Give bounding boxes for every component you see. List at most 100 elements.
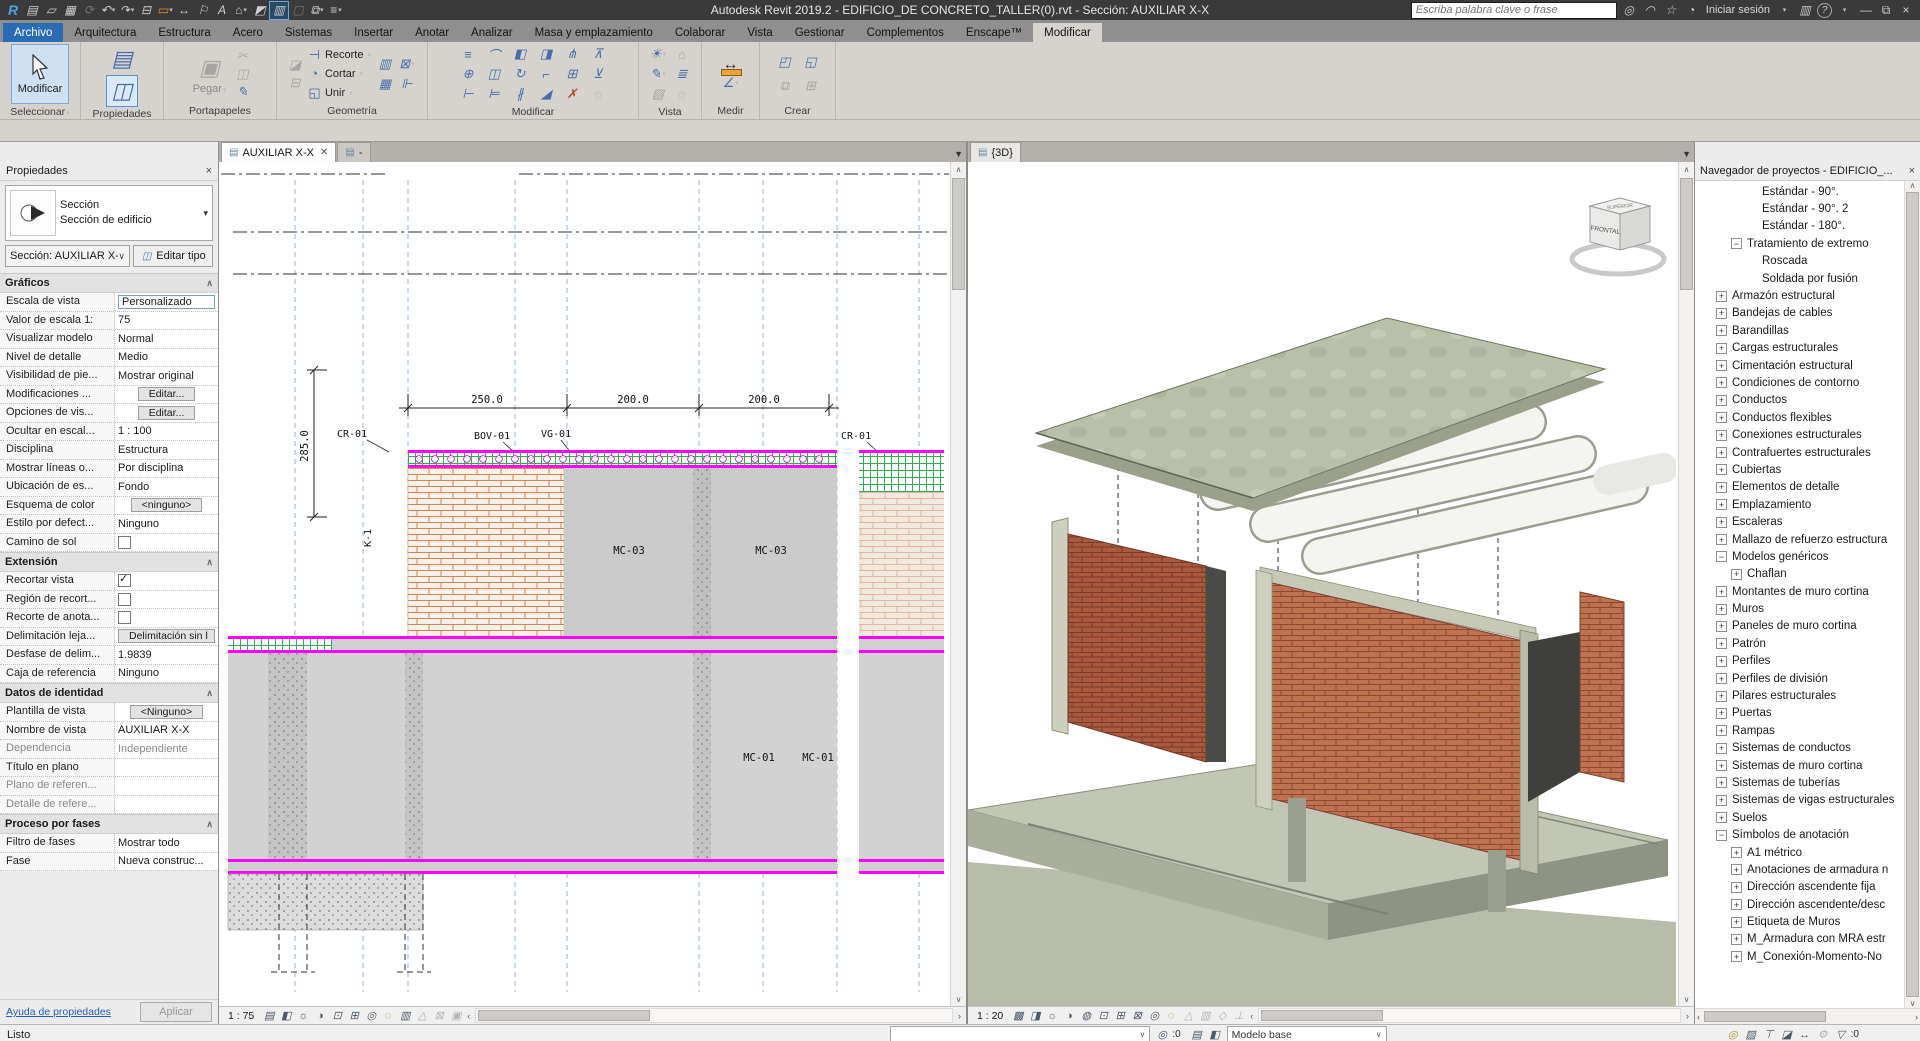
communication-center-icon[interactable]: ◠ <box>1641 2 1659 19</box>
section-view-canvas[interactable]: 250.0 200.0 200.0 285.0 <box>219 162 966 1006</box>
measure-angle-icon[interactable]: ∠ <box>722 75 740 91</box>
view-tab-3d[interactable]: ▤ {3D} <box>970 142 1021 162</box>
panel-label-modify[interactable]: Modificar <box>428 106 638 119</box>
tab-sistemas[interactable]: Sistemas <box>274 23 343 42</box>
tree-item[interactable]: +Etiqueta de Muros <box>1695 913 1905 930</box>
tree-item[interactable]: +Sistemas de tuberías <box>1695 774 1905 791</box>
tree-item[interactable]: +Paneles de muro cortina <box>1695 618 1905 635</box>
select-pinned-toggle-icon[interactable]: ⊤ <box>1761 1028 1777 1041</box>
delete-icon[interactable]: ✗ <box>563 86 581 102</box>
apply-button[interactable]: Aplicar <box>140 1002 212 1022</box>
properties-palette-icon[interactable]: ▤ <box>23 2 41 19</box>
property-value[interactable]: Normal <box>118 333 153 345</box>
section-horizontal-scrollbar[interactable] <box>475 1008 953 1023</box>
tree-item[interactable]: +Rampas <box>1695 722 1905 739</box>
workset-combo[interactable]: ∨ <box>890 1026 1150 1041</box>
mirror-pick-axis-icon[interactable]: ◧ <box>511 46 529 62</box>
create-group-icon[interactable]: ⧉ <box>776 78 794 94</box>
temporary-hide-isolate-icon[interactable]: ◎ <box>363 1009 379 1023</box>
view-tab-other[interactable]: ▤ - <box>337 142 370 162</box>
type-selector-caret-icon[interactable]: ▾ <box>203 208 208 219</box>
tree-item[interactable]: +Chaflan <box>1695 566 1905 583</box>
expand-icon[interactable]: + <box>1716 395 1727 406</box>
cope-button[interactable]: ⊣Recorte <box>307 46 371 63</box>
tree-item[interactable]: +Muros <box>1695 600 1905 617</box>
customize-qat-icon[interactable]: ≡ <box>327 2 345 19</box>
redo-icon[interactable]: ↷ <box>118 2 136 19</box>
pin-icon[interactable]: ⊼ <box>589 46 607 62</box>
view-selector-combo[interactable]: Sección: AUXILIAR X-X ∨ <box>5 245 130 267</box>
properties-help-link[interactable]: Ayuda de propiedades <box>6 1006 111 1018</box>
account-person-icon[interactable]: ◔ <box>1683 2 1701 19</box>
property-value[interactable]: <ninguno> <box>131 498 203 512</box>
view-cube[interactable]: FRONTAL SUPERIOR <box>1572 198 1664 274</box>
scroll-down-icon[interactable]: ∨ <box>1910 999 1916 1008</box>
expand-icon[interactable]: + <box>1716 725 1727 736</box>
tree-item[interactable]: +A1 métrico <box>1695 844 1905 861</box>
tree-item[interactable]: −Modelos genéricos <box>1695 548 1905 565</box>
tree-item[interactable]: +Cargas estructurales <box>1695 340 1905 357</box>
scroll-left-icon[interactable]: ‹ <box>1697 1012 1700 1022</box>
tree-item[interactable]: +M_Armadura con MRA estr <box>1695 931 1905 948</box>
scroll-thumb[interactable] <box>1906 192 1919 997</box>
expand-icon[interactable]: + <box>1716 291 1727 302</box>
tree-item[interactable]: +Dirección ascendente fija <box>1695 879 1905 896</box>
background-processes-icon[interactable]: ⚙ <box>1815 1028 1831 1041</box>
scale-button[interactable]: 1 : 75 <box>222 1010 260 1022</box>
property-group-header[interactable]: Proceso por fases∧ <box>0 814 218 834</box>
tab-masa-y-emplazamiento[interactable]: Masa y emplazamiento <box>524 23 664 42</box>
view-tab-menu-icon[interactable]: ▼ <box>954 149 963 159</box>
expand-icon[interactable]: + <box>1716 377 1727 388</box>
collapse-chevron-icon[interactable]: ∧ <box>206 278 213 289</box>
minimize-icon[interactable]: — <box>1856 3 1876 18</box>
property-value[interactable]: Por disciplina <box>118 462 183 474</box>
tab-complementos[interactable]: Complementos <box>856 23 955 42</box>
show-crop-region-icon[interactable]: ⊞ <box>346 1009 362 1023</box>
rotate-icon[interactable]: ↻ <box>511 66 529 82</box>
scroll-right-icon[interactable]: › <box>956 1011 963 1021</box>
tree-item[interactable]: +Suelos <box>1695 809 1905 826</box>
tree-item[interactable]: +Contrafuertes estructurales <box>1695 444 1905 461</box>
tree-item[interactable]: +Sistemas de conductos <box>1695 740 1905 757</box>
threed-view-canvas[interactable]: FRONTAL SUPERIOR ∧ ∨ <box>968 162 1694 1006</box>
visual-style-icon[interactable]: ◨ <box>1027 1009 1043 1023</box>
tree-item[interactable]: +Perfiles de división <box>1695 670 1905 687</box>
tree-item[interactable]: Estándar - 90°. <box>1695 183 1905 200</box>
close-inactive-windows-icon[interactable]: ▢ <box>289 2 307 19</box>
tree-item[interactable]: −Tratamiento de extremo <box>1695 235 1905 252</box>
scroll-down-icon[interactable]: ∨ <box>1684 992 1690 1006</box>
expand-icon[interactable]: + <box>1716 308 1727 319</box>
design-option-combo[interactable]: Modelo base∨ <box>1227 1026 1387 1041</box>
reveal-constraints-icon[interactable]: ⊥ <box>1231 1009 1247 1023</box>
tree-item[interactable]: +Dirección ascendente/desc <box>1695 896 1905 913</box>
tree-item[interactable]: +Escaleras <box>1695 513 1905 530</box>
panel-label-measure[interactable]: Medir <box>702 105 759 119</box>
lock-orientation-icon[interactable]: ⊠ <box>1129 1009 1145 1023</box>
property-value[interactable]: 75 <box>118 314 130 326</box>
linework-blue-icon[interactable]: ≣ <box>673 66 691 82</box>
tree-item[interactable]: +Barandillas <box>1695 322 1905 339</box>
property-value[interactable]: Independiente <box>118 743 188 755</box>
reveal-constraints-icon[interactable]: ⊠ <box>431 1009 447 1023</box>
create-parts-icon[interactable]: ◰ <box>776 54 794 70</box>
split-element-icon[interactable]: ⋔ <box>563 46 581 62</box>
shadows-icon[interactable]: ◑ <box>312 1009 328 1023</box>
expand-icon[interactable]: + <box>1716 447 1727 458</box>
paste-group-icon[interactable]: ◪ <box>286 57 304 73</box>
paste-button[interactable]: ▣ Pegar <box>189 45 231 103</box>
reveal-hidden-elements-icon[interactable]: ◌ <box>1163 1009 1179 1023</box>
tree-item[interactable]: Estándar - 90°. 2 <box>1695 200 1905 217</box>
panel-label-geometry[interactable]: Geometría <box>277 105 427 119</box>
tree-item[interactable]: Estándar - 180°. <box>1695 218 1905 235</box>
unjoin-icon[interactable]: ⊠ <box>398 56 416 72</box>
expand-icon[interactable]: + <box>1716 708 1727 719</box>
view-tab-auxiliar[interactable]: ▤ AUXILIAR X-X ✕ <box>221 142 336 162</box>
expand-icon[interactable]: + <box>1731 864 1742 875</box>
trim-extend-multiple-icon[interactable]: ⊨ <box>485 86 503 102</box>
tab-archivo[interactable]: Archivo <box>3 23 63 42</box>
section-vertical-scrollbar[interactable]: ∧ ∨ <box>950 162 966 1006</box>
tab-acero[interactable]: Acero <box>222 23 274 42</box>
tree-item[interactable]: +Sistemas de vigas estructurales <box>1695 792 1905 809</box>
detail-level-icon[interactable]: ▤ <box>261 1009 277 1023</box>
save-icon[interactable]: ▦ <box>61 2 79 19</box>
